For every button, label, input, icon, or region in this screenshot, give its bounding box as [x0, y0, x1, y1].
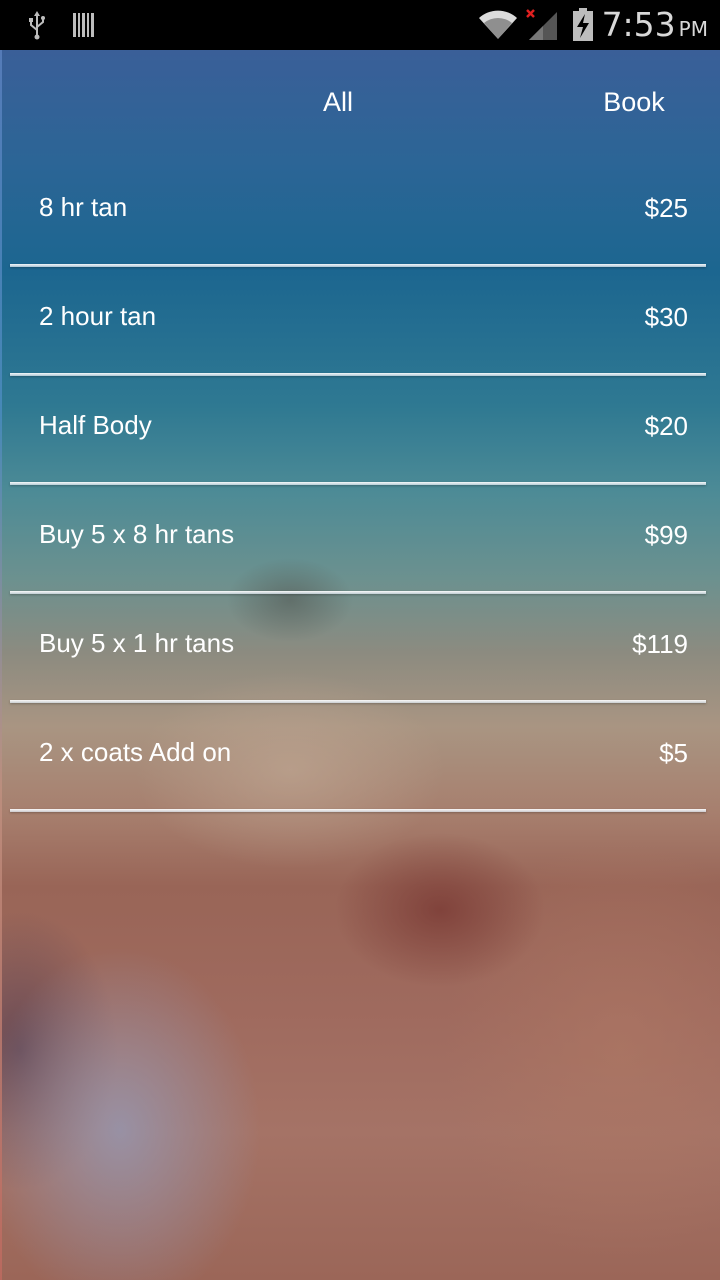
book-button[interactable]: Book: [590, 80, 678, 124]
service-name: 8 hr tan: [39, 192, 128, 222]
app-header: All Book: [0, 50, 720, 152]
service-row[interactable]: 2 hour tan $30: [10, 267, 706, 376]
status-bar: 7:53 PM: [0, 0, 720, 50]
app-screen: 7:53 PM All Book 8 hr tan $25 2 hour tan …: [0, 0, 720, 1280]
service-price: $30: [644, 302, 688, 332]
service-list: 8 hr tan $25 2 hour tan $30 Half Body $2…: [10, 158, 706, 812]
service-price: $99: [644, 520, 688, 550]
clock-time: 7:53: [601, 5, 676, 44]
screen-edge-glow: [0, 50, 2, 1280]
usb-icon: [22, 0, 52, 50]
service-row[interactable]: Buy 5 x 1 hr tans $119: [10, 594, 706, 703]
service-name: 2 hour tan: [39, 301, 157, 331]
service-row[interactable]: Half Body $20: [10, 376, 706, 485]
filter-tab-all[interactable]: All: [300, 80, 376, 124]
barcode-icon: [70, 0, 98, 50]
service-name: Half Body: [39, 410, 152, 440]
service-name: Buy 5 x 8 hr tans: [39, 519, 235, 549]
service-row[interactable]: Buy 5 x 8 hr tans $99: [10, 485, 706, 594]
service-row[interactable]: 2 x coats Add on $5: [10, 703, 706, 812]
wifi-icon: [474, 0, 522, 50]
service-row[interactable]: 8 hr tan $25: [10, 158, 706, 267]
clock: 7:53 PM: [602, 0, 708, 50]
row-divider: [10, 809, 706, 812]
service-price: $5: [659, 738, 688, 768]
clock-ampm: PM: [678, 17, 708, 41]
service-price: $20: [644, 411, 688, 441]
battery-charging-icon: [568, 0, 598, 50]
service-name: 2 x coats Add on: [39, 737, 232, 767]
service-price: $25: [644, 193, 688, 223]
signal-icon: [522, 0, 562, 50]
service-name: Buy 5 x 1 hr tans: [39, 628, 235, 658]
service-price: $119: [632, 629, 688, 659]
